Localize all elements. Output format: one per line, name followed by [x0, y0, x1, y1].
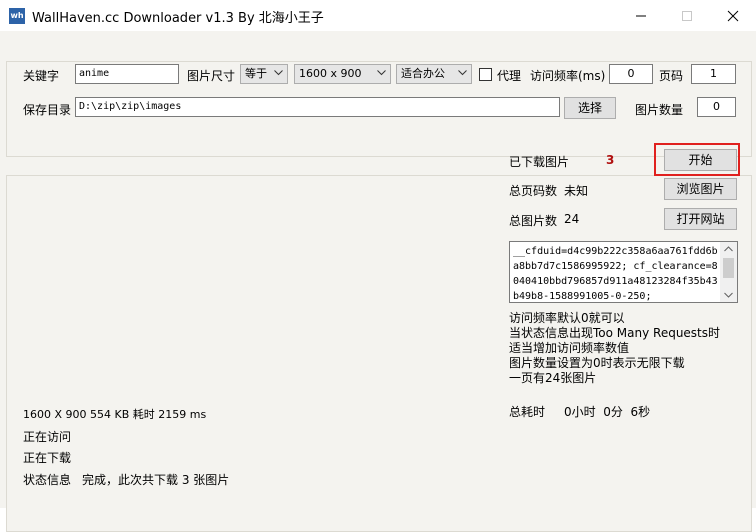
open-site-button[interactable]: 打开网站 — [664, 208, 737, 230]
close-button[interactable] — [710, 0, 756, 31]
note-line: 访问频率默认0就可以 — [509, 311, 625, 325]
downloaded-label: 已下载图片 — [509, 155, 570, 169]
cookie-text: __cfduid=d4c99b222c358a6aa761fdd6ba8bb7d… — [513, 246, 718, 302]
browse-images-button[interactable]: 浏览图片 — [664, 178, 737, 200]
state-label: 状态信息 — [23, 473, 72, 487]
total-images-label: 总图片数 — [509, 214, 558, 228]
rate-label: 访问频率(ms) — [530, 69, 606, 83]
cookie-textarea[interactable]: __cfduid=d4c99b222c358a6aa761fdd6ba8bb7d… — [509, 241, 738, 303]
total-images-value: 24 — [564, 212, 580, 226]
category-value: 适合办公 — [401, 67, 445, 80]
proxy-checkbox[interactable] — [479, 68, 492, 81]
title-bar[interactable]: wh WallHaven.cc Downloader v1.3 By 北海小王子 — [0, 0, 756, 31]
start-highlight-box — [654, 143, 740, 176]
image-count-label: 图片数量 — [635, 103, 684, 117]
note-line: 适当增加访问频率数值 — [509, 341, 630, 355]
elapsed-value: 0小时 0分 6秒 — [564, 405, 651, 419]
note-line: 当状态信息出现Too Many Requests时 — [509, 326, 721, 340]
save-dir-input[interactable]: D:\zip\zip\images — [75, 97, 560, 117]
resolution-value: 1600 x 900 — [299, 67, 362, 80]
page-label: 页码 — [659, 69, 684, 83]
app-window: wh WallHaven.cc Downloader v1.3 By 北海小王子… — [0, 0, 756, 532]
maximize-icon — [682, 11, 692, 21]
size-mode-select[interactable]: 等于 — [240, 64, 288, 84]
minimize-icon — [636, 15, 646, 17]
window-title: WallHaven.cc Downloader v1.3 By 北海小王子 — [32, 11, 324, 26]
page-input[interactable]: 1 — [691, 64, 736, 84]
chevron-down-icon — [458, 70, 467, 76]
note-line: 图片数量设置为0时表示无限下载 — [509, 356, 685, 370]
total-pages-label: 总页码数 — [509, 184, 558, 198]
chevron-down-icon — [274, 70, 283, 76]
last-image-info: 1600 X 900 554 KB 耗时 2159 ms — [23, 408, 207, 421]
rate-input[interactable]: 0 — [609, 64, 653, 84]
maximize-button[interactable] — [664, 0, 710, 31]
chevron-down-icon — [377, 70, 386, 76]
close-icon — [727, 10, 739, 22]
downloaded-count: 3 — [606, 153, 615, 167]
size-label: 图片尺寸 — [187, 69, 236, 83]
keyword-label: 关键字 — [23, 69, 60, 83]
minimize-button[interactable] — [618, 0, 664, 31]
note-line: 一页有24张图片 — [509, 371, 597, 385]
save-dir-label: 保存目录 — [23, 103, 72, 117]
downloading-status: 正在下载 — [23, 451, 72, 465]
help-notes: 访问频率默认0就可以 当状态信息出现Too Many Requests时 适当增… — [509, 311, 720, 386]
category-select[interactable]: 适合办公 — [396, 64, 472, 84]
keyword-input[interactable]: anime — [75, 64, 179, 84]
cookie-scrollbar[interactable] — [720, 242, 737, 302]
app-icon: wh — [9, 8, 25, 24]
proxy-label: 代理 — [497, 69, 522, 83]
scroll-down-icon[interactable] — [724, 292, 733, 298]
scroll-up-icon[interactable] — [724, 246, 733, 252]
choose-button[interactable]: 选择 — [564, 97, 616, 119]
total-pages-value: 未知 — [564, 184, 589, 198]
state-value: 完成，此次共下载 3 张图片 — [82, 473, 230, 487]
visiting-status: 正在访问 — [23, 430, 72, 444]
resolution-select[interactable]: 1600 x 900 — [294, 64, 391, 84]
size-mode-value: 等于 — [245, 67, 267, 80]
scroll-thumb[interactable] — [723, 258, 734, 278]
elapsed-label: 总耗时 — [509, 405, 546, 419]
image-count-input[interactable]: 0 — [697, 97, 736, 117]
